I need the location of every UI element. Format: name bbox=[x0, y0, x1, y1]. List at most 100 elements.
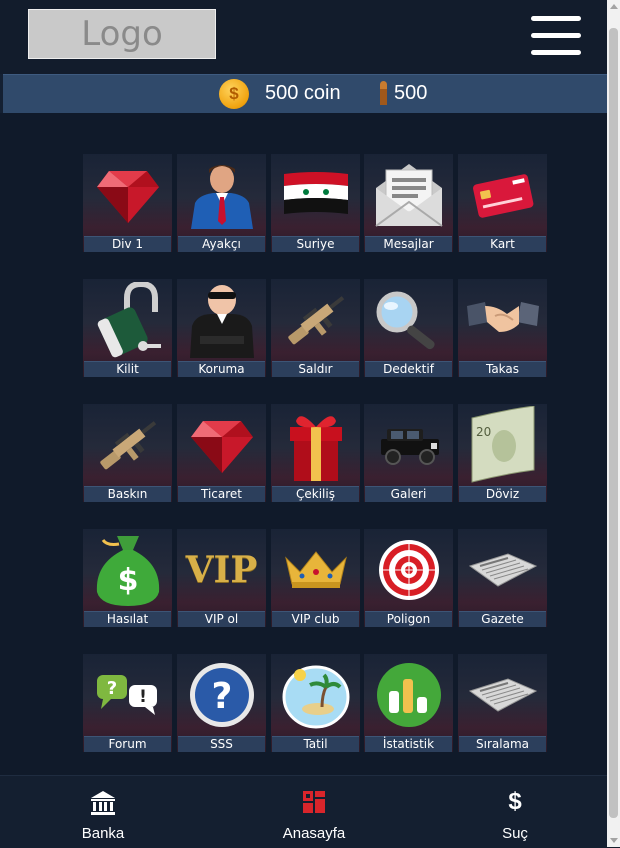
tile-baskin[interactable]: Baskın bbox=[83, 404, 172, 502]
scroll-up-arrow-icon[interactable] bbox=[610, 4, 618, 9]
magnifier-icon bbox=[364, 279, 453, 361]
scroll-down-arrow-icon[interactable] bbox=[610, 838, 618, 843]
handshake-icon bbox=[458, 279, 547, 361]
newspaper-icon bbox=[458, 654, 547, 736]
header: Logo bbox=[0, 0, 607, 74]
tile-vip-club[interactable]: VIP club bbox=[271, 529, 360, 627]
bottom-nav: Banka Anasayfa $ Suç bbox=[0, 775, 607, 848]
tile-suriye[interactable]: Suriye bbox=[271, 154, 360, 252]
rifle-icon bbox=[271, 279, 360, 361]
tile-label: Çekiliş bbox=[272, 486, 359, 502]
dollar-icon: $ bbox=[508, 788, 522, 815]
credit-card-icon bbox=[458, 154, 547, 236]
tile-label: VIP club bbox=[272, 611, 359, 627]
jeep-icon bbox=[364, 404, 453, 486]
tile-doviz[interactable]: 20 Döviz bbox=[458, 404, 547, 502]
tile-label: İstatistik bbox=[365, 736, 452, 752]
tile-hasilat[interactable]: $ Hasılat bbox=[83, 529, 172, 627]
nav-banka[interactable]: Banka bbox=[53, 776, 153, 848]
tile-gazete[interactable]: Gazete bbox=[458, 529, 547, 627]
svg-text:$: $ bbox=[117, 563, 138, 598]
nav-suc[interactable]: $ Suç bbox=[475, 776, 555, 848]
gift-box-icon bbox=[271, 404, 360, 486]
tile-label: Takas bbox=[459, 361, 546, 377]
tile-label: Suriye bbox=[272, 236, 359, 252]
coin-icon: $ bbox=[219, 79, 249, 109]
money-bag-icon: $ bbox=[83, 529, 172, 611]
tile-label: Baskın bbox=[84, 486, 171, 502]
island-icon bbox=[271, 654, 360, 736]
tile-istatistik[interactable]: İstatistik bbox=[364, 654, 453, 752]
bank-icon bbox=[90, 790, 116, 821]
ruby-gem-icon bbox=[83, 154, 172, 236]
vip-text-icon: VIP bbox=[177, 529, 266, 611]
tile-ayakci[interactable]: Ayakçı bbox=[177, 154, 266, 252]
home-grid-icon bbox=[302, 790, 326, 819]
tile-label: Galeri bbox=[365, 486, 452, 502]
syria-flag-icon bbox=[271, 154, 360, 236]
feature-grid: Div 1 Ayakçı Suriye Mesajlar Kart Kilit … bbox=[0, 113, 607, 775]
tile-label: Poligon bbox=[365, 611, 452, 627]
nav-label: Suç bbox=[502, 825, 528, 842]
crown-icon bbox=[271, 529, 360, 611]
tile-label: Ayakçı bbox=[178, 236, 265, 252]
bullet-icon bbox=[380, 81, 387, 105]
svg-text:!: ! bbox=[139, 687, 147, 707]
tile-forum[interactable]: ?! Forum bbox=[83, 654, 172, 752]
tile-mesajlar[interactable]: Mesajlar bbox=[364, 154, 453, 252]
banknote-icon: 20 bbox=[458, 404, 547, 486]
resource-bar: $ 500 coin 500 bbox=[3, 74, 607, 114]
tile-label: Kart bbox=[459, 236, 546, 252]
tile-kart[interactable]: Kart bbox=[458, 154, 547, 252]
nav-anasayfa[interactable]: Anasayfa bbox=[254, 776, 374, 848]
tile-siralama[interactable]: Sıralama bbox=[458, 654, 547, 752]
tile-koruma[interactable]: Koruma bbox=[177, 279, 266, 377]
nav-label: Anasayfa bbox=[282, 825, 346, 842]
tile-vip-ol[interactable]: VIP VIP ol bbox=[177, 529, 266, 627]
target-icon bbox=[364, 529, 453, 611]
tile-label: SSS bbox=[178, 736, 265, 752]
tile-label: Mesajlar bbox=[365, 236, 452, 252]
tile-div1[interactable]: Div 1 bbox=[83, 154, 172, 252]
svg-text:?: ? bbox=[211, 676, 232, 717]
tile-label: VIP ol bbox=[178, 611, 265, 627]
coin-balance: 500 coin bbox=[265, 82, 341, 104]
bar-stats-icon bbox=[364, 654, 453, 736]
tile-label: Koruma bbox=[178, 361, 265, 377]
tile-label: Gazete bbox=[459, 611, 546, 627]
scroll-thumb[interactable] bbox=[609, 28, 618, 818]
nav-label: Banka bbox=[81, 825, 125, 842]
question-icon: ? bbox=[177, 654, 266, 736]
tile-label: Döviz bbox=[459, 486, 546, 502]
tile-label: Forum bbox=[84, 736, 171, 752]
rifle-icon bbox=[83, 404, 172, 486]
tile-label: Saldır bbox=[272, 361, 359, 377]
tile-saldir[interactable]: Saldır bbox=[271, 279, 360, 377]
svg-text:20: 20 bbox=[476, 425, 491, 439]
tile-label: Ticaret bbox=[178, 486, 265, 502]
tile-label: Kilit bbox=[84, 361, 171, 377]
tile-takas[interactable]: Takas bbox=[458, 279, 547, 377]
tile-ticaret[interactable]: Ticaret bbox=[177, 404, 266, 502]
hamburger-menu-icon[interactable] bbox=[531, 16, 581, 58]
page-frame: Logo $ 500 coin 500 Div 1 Ayakçı Suriye … bbox=[0, 0, 607, 848]
tile-dedektif[interactable]: Dedektif bbox=[364, 279, 453, 377]
tile-galeri[interactable]: Galeri bbox=[364, 404, 453, 502]
tile-cekilis[interactable]: Çekiliş bbox=[271, 404, 360, 502]
svg-text:?: ? bbox=[106, 678, 116, 699]
tile-kilit[interactable]: Kilit bbox=[83, 279, 172, 377]
padlock-icon bbox=[83, 279, 172, 361]
logo[interactable]: Logo bbox=[28, 9, 216, 59]
tile-label: Tatil bbox=[272, 736, 359, 752]
tile-tatil[interactable]: Tatil bbox=[271, 654, 360, 752]
tile-poligon[interactable]: Poligon bbox=[364, 529, 453, 627]
bodyguard-icon bbox=[177, 279, 266, 361]
tile-label: Div 1 bbox=[84, 236, 171, 252]
newspaper-icon bbox=[458, 529, 547, 611]
bullet-count: 500 bbox=[394, 82, 428, 104]
envelope-icon bbox=[364, 154, 453, 236]
tile-sss[interactable]: ? SSS bbox=[177, 654, 266, 752]
ruby-gem-icon bbox=[177, 404, 266, 486]
scrollbar[interactable] bbox=[607, 0, 620, 847]
chat-bubbles-icon: ?! bbox=[83, 654, 172, 736]
